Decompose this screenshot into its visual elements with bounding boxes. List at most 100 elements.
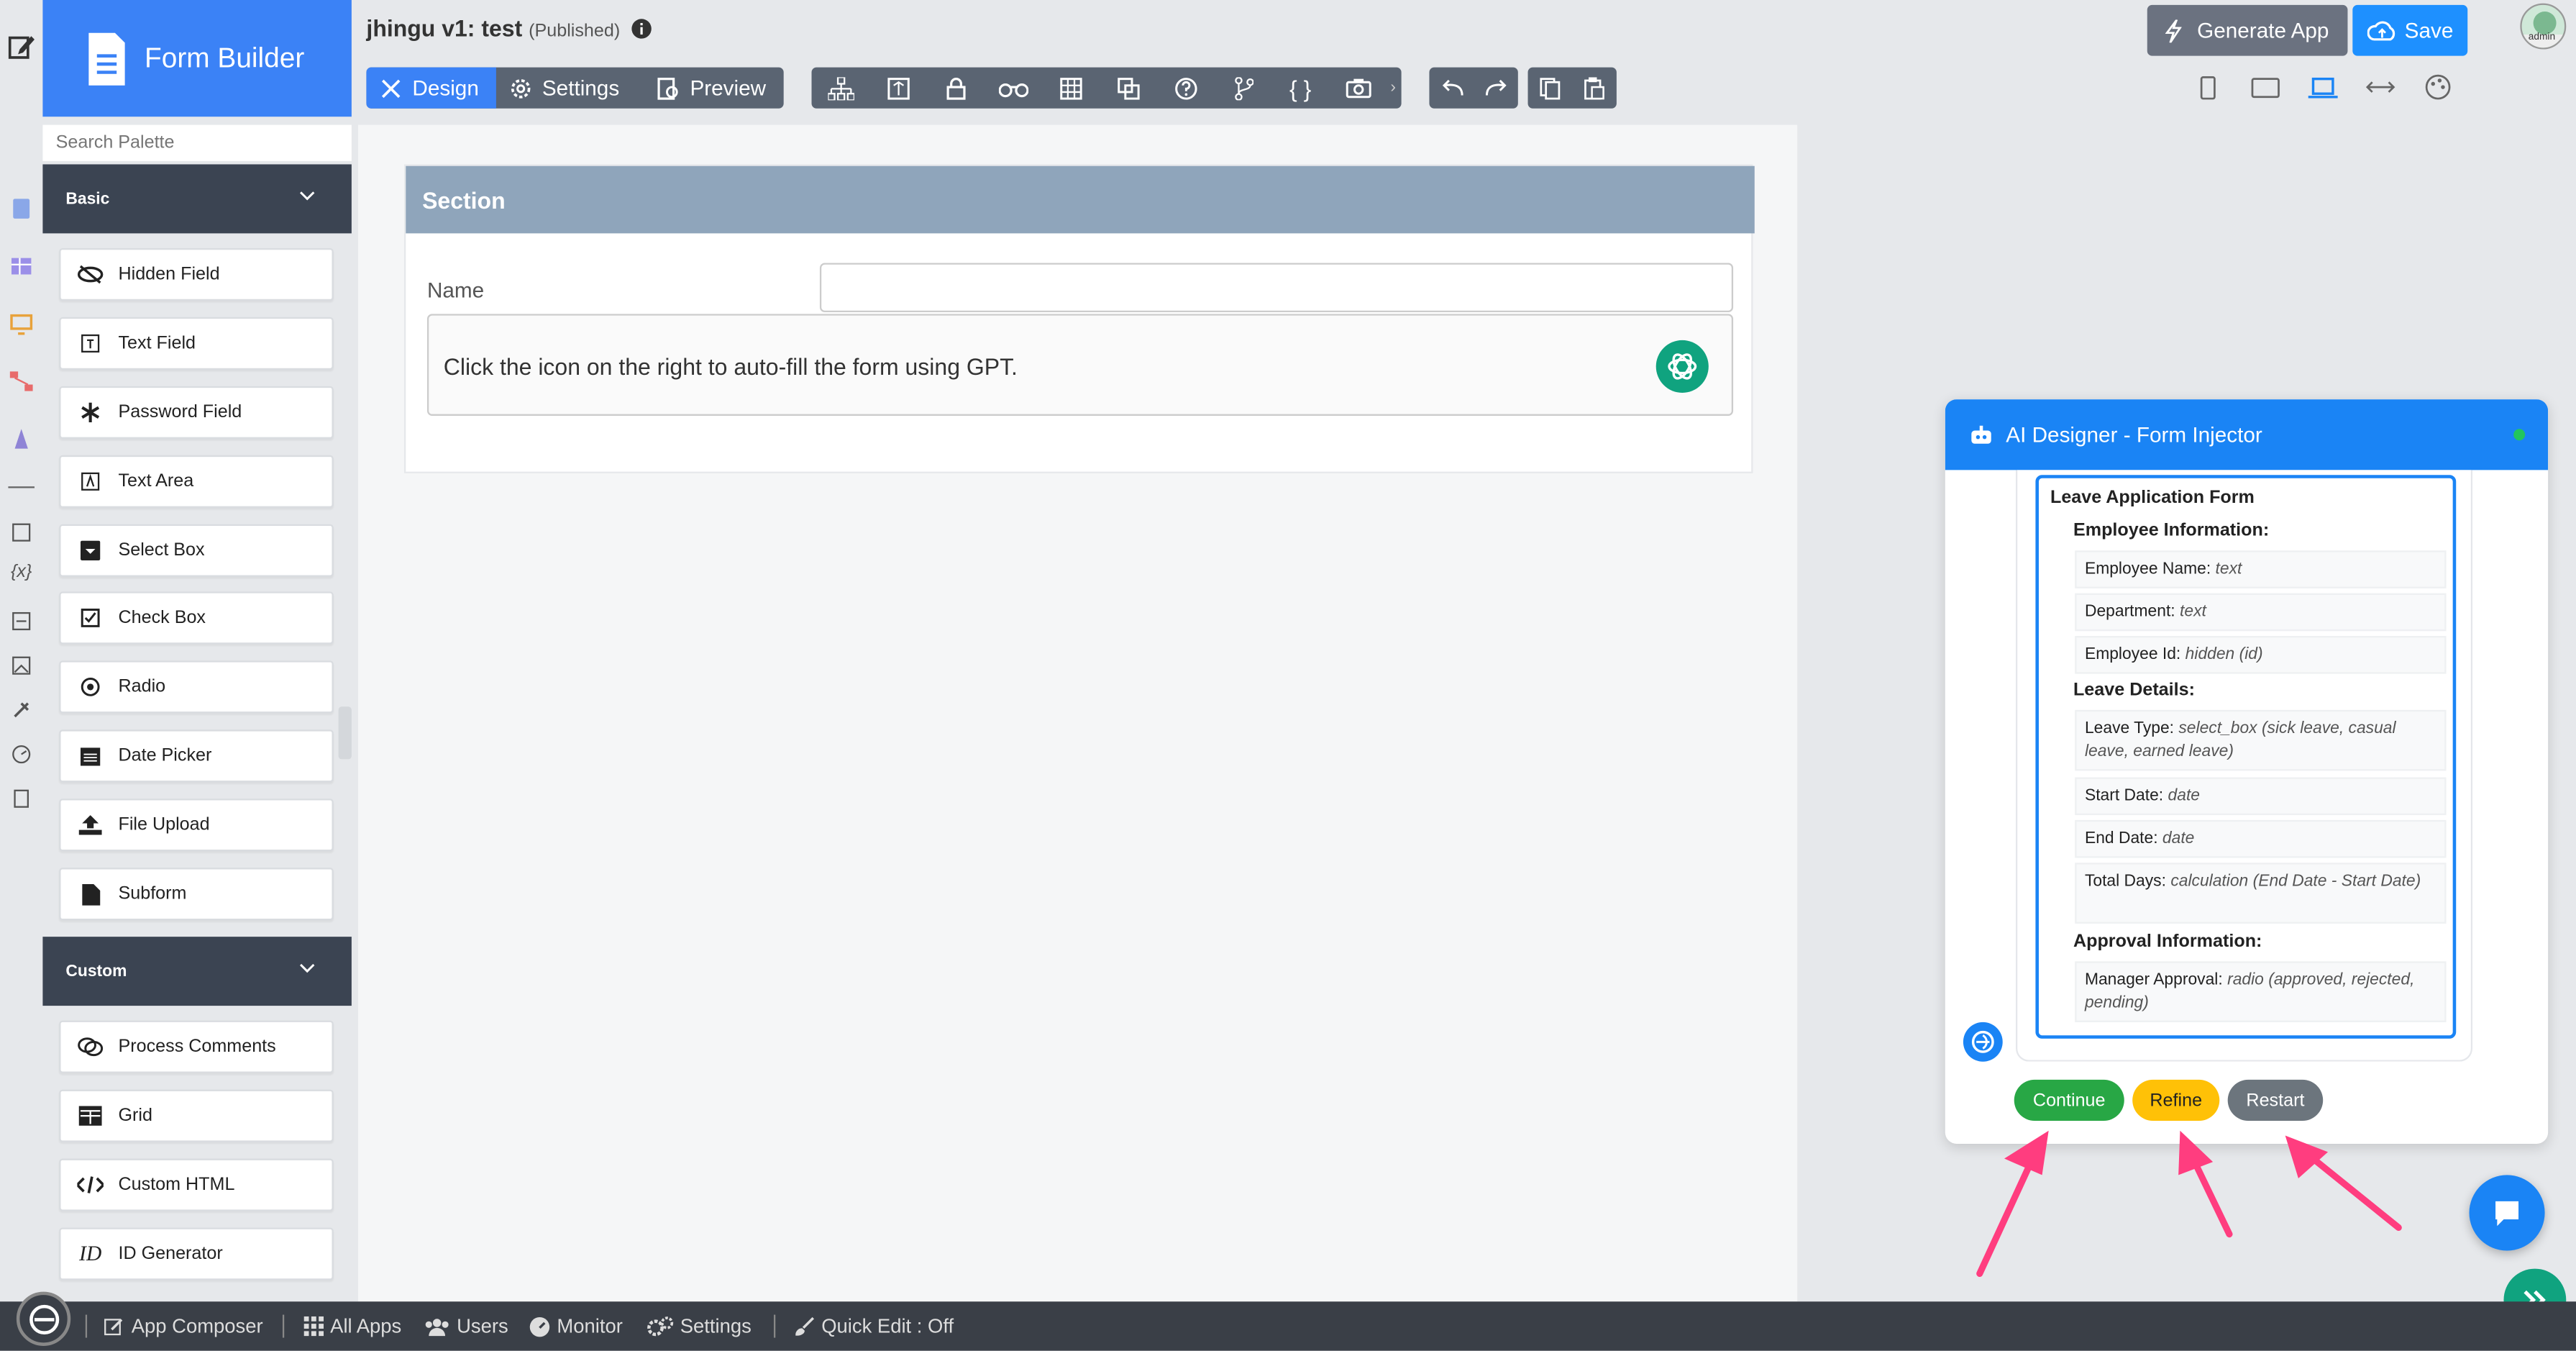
users-link[interactable]: Users [424, 1301, 508, 1351]
robot-icon [1971, 424, 1991, 443]
tablet-view-icon[interactable] [2251, 74, 2280, 101]
help-icon[interactable] [1156, 68, 1214, 109]
chat-button[interactable] [2469, 1175, 2545, 1251]
radio-icon [77, 674, 104, 701]
quick-edit-toggle[interactable]: Quick Edit : Off [795, 1301, 954, 1351]
field-type: date [2168, 787, 2201, 806]
form-section[interactable]: Section Name Click the icon on the right… [403, 164, 1755, 473]
undo-icon[interactable] [1429, 68, 1474, 109]
ai-message-bubble: Leave Application Form Employee Informat… [2016, 470, 2473, 1062]
table-icon[interactable] [8, 253, 35, 280]
all-apps-link[interactable]: All Apps [303, 1301, 402, 1351]
translate-icon[interactable] [1099, 68, 1156, 109]
palette-item-text-field[interactable]: Text Field [59, 317, 334, 370]
history-toolbar [1429, 67, 1518, 109]
edit-icon[interactable] [5, 29, 38, 63]
separator [773, 1314, 776, 1338]
tab-preview[interactable]: Preview [644, 68, 783, 109]
avatar[interactable]: admin [2520, 3, 2567, 50]
workflow-icon[interactable] [8, 368, 35, 395]
ai-designer-panel: AI Designer - Form Injector Leave Applic… [1945, 399, 2549, 1144]
paste-icon[interactable] [1572, 68, 1617, 109]
variable-icon[interactable]: {x} [8, 559, 35, 586]
palette-section-basic[interactable]: Basic [42, 164, 352, 234]
field-label: Employee Id: [2084, 645, 2181, 664]
palette-item-date-picker[interactable]: Date Picker [59, 729, 334, 783]
gauge-icon [529, 1316, 550, 1337]
resource-icon[interactable] [8, 608, 35, 634]
mode-tabs: Design Settings Preview [366, 67, 784, 109]
item-label: Subform [118, 884, 187, 904]
palette-item-hidden-field[interactable]: Hidden Field [59, 247, 334, 301]
gpt-autofill-box: Click the icon on the right to auto-fill… [426, 314, 1734, 416]
palette-item-file-upload[interactable]: File Upload [59, 799, 334, 852]
field-label: Leave Type: [2084, 719, 2175, 738]
palette-title: Form Builder [145, 42, 305, 73]
layout-icon[interactable] [869, 68, 926, 109]
note-icon[interactable] [8, 519, 35, 546]
item-label: Hidden Field [118, 264, 220, 285]
proposal-field: Department: text [2075, 593, 2447, 632]
link-label: All Apps [330, 1314, 402, 1338]
redo-icon[interactable] [1474, 68, 1518, 109]
palette-item-grid[interactable]: Grid [59, 1089, 334, 1142]
gauge-icon[interactable] [8, 741, 35, 768]
palette-resize-handle[interactable] [338, 706, 352, 760]
monitor-icon[interactable] [8, 311, 35, 337]
gpt-icon[interactable] [1655, 340, 1709, 393]
palette-item-subform[interactable]: Subform [59, 868, 334, 921]
table-icon[interactable] [1041, 68, 1099, 109]
braces-icon[interactable]: { } [1271, 68, 1329, 109]
copy-icon[interactable] [1528, 68, 1573, 109]
generate-app-button[interactable]: Generate App [2147, 4, 2348, 56]
users-icon [425, 1318, 449, 1336]
online-status-dot [2513, 429, 2526, 441]
save-button[interactable]: Save [2352, 4, 2468, 56]
name-input[interactable] [819, 263, 1734, 313]
app-composer-link[interactable]: App Composer [104, 1301, 263, 1351]
palette-theme-icon[interactable] [2424, 74, 2453, 101]
separator [85, 1314, 88, 1338]
camera-icon[interactable] [1329, 68, 1387, 109]
hierarchy-icon[interactable] [812, 68, 869, 109]
preview-icon [657, 76, 678, 99]
refine-button[interactable]: Refine [2132, 1079, 2220, 1121]
chevron-right-icon[interactable]: › [1387, 68, 1399, 109]
palette-item-text-area[interactable]: Text Area [59, 455, 334, 508]
palette-item-id-generator[interactable]: ID ID Generator [59, 1227, 334, 1281]
form-icon[interactable] [8, 196, 35, 222]
image-icon[interactable] [8, 652, 35, 679]
tab-design[interactable]: Design [366, 67, 496, 109]
settings-link[interactable]: Settings [647, 1301, 752, 1351]
continue-button[interactable]: Continue [2014, 1079, 2124, 1121]
palette-item-process-comments[interactable]: Process Comments [59, 1020, 334, 1073]
proposal-field: Leave Type: select_box (sick leave, casu… [2075, 709, 2447, 771]
tab-settings[interactable]: Settings [496, 68, 644, 109]
binoculars-icon[interactable] [984, 68, 1041, 109]
full-width-icon[interactable] [2365, 74, 2395, 101]
plugin-icon[interactable] [8, 697, 35, 724]
palette-item-check-box[interactable]: Check Box [59, 591, 334, 645]
brush-icon [795, 1316, 815, 1336]
restart-button[interactable]: Restart [2227, 1079, 2324, 1121]
palette-section-custom[interactable]: Custom [42, 937, 352, 1006]
laptop-view-icon[interactable] [2308, 74, 2338, 101]
platform-logo-icon[interactable] [16, 1291, 71, 1346]
info-icon[interactable] [631, 18, 653, 40]
field-label: Start Date: [2084, 787, 2164, 806]
subform-icon [77, 881, 104, 907]
branch-icon[interactable] [1214, 68, 1271, 109]
palette-item-select-box[interactable]: Select Box [59, 524, 334, 577]
palette-item-password-field[interactable]: Password Field [59, 386, 334, 439]
scroll-icon[interactable] [8, 786, 35, 812]
monitor-link[interactable]: Monitor [529, 1301, 623, 1351]
app-window: {x} Form Builder Basic Hidden Field Text… [0, 0, 2576, 1351]
ai-panel-header: AI Designer - Form Injector [1945, 399, 2549, 470]
link-label: Quick Edit : Off [821, 1314, 954, 1338]
lock-icon[interactable] [926, 68, 984, 109]
palette-search-input[interactable] [42, 124, 352, 161]
mobile-view-icon[interactable] [2193, 74, 2223, 101]
palette-item-custom-html[interactable]: Custom HTML [59, 1158, 334, 1211]
builder-icon[interactable] [8, 426, 35, 452]
palette-item-radio[interactable]: Radio [59, 660, 334, 714]
